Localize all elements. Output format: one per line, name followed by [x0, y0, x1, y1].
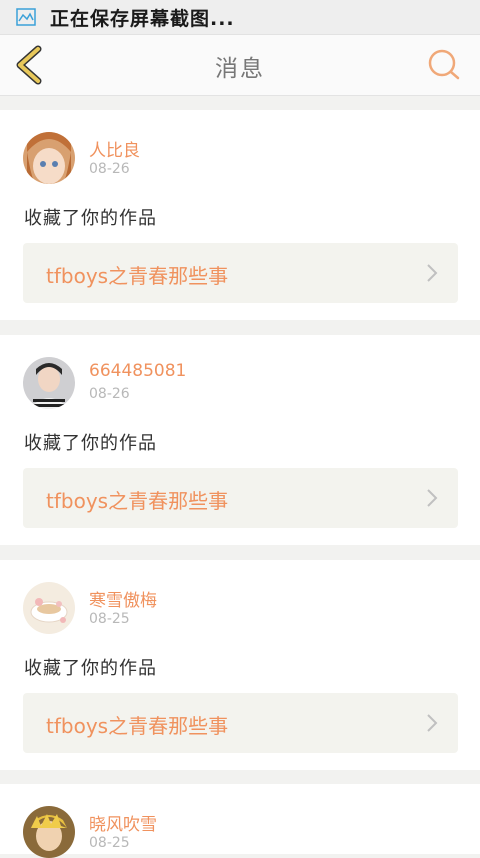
message-action: 收藏了你的作品: [24, 658, 157, 679]
message-action: 收藏了你的作品: [24, 208, 157, 229]
avatar[interactable]: [23, 357, 75, 409]
message-date: 08-26: [89, 161, 130, 177]
message-card[interactable]: 664485081 08-26 收藏了你的作品 tfboys之青春那些事: [0, 335, 480, 545]
chevron-right-icon: [427, 264, 438, 282]
username[interactable]: 664485081: [89, 361, 186, 381]
message-date: 08-25: [89, 835, 130, 851]
work-link[interactable]: tfboys之青春那些事: [23, 693, 458, 753]
username[interactable]: 寒雪傲梅: [89, 586, 157, 611]
chevron-right-icon: [427, 489, 438, 507]
work-title: tfboys之青春那些事: [46, 489, 229, 513]
message-action: 收藏了你的作品: [24, 433, 157, 454]
work-link[interactable]: tfboys之青春那些事: [23, 468, 458, 528]
message-card[interactable]: 晓风吹雪 08-25: [0, 784, 480, 858]
message-date: 08-25: [89, 611, 130, 627]
work-title: tfboys之青春那些事: [46, 264, 229, 288]
message-card[interactable]: 人比良 08-26 收藏了你的作品 tfboys之青春那些事: [0, 110, 480, 320]
avatar[interactable]: [23, 132, 75, 184]
work-link[interactable]: tfboys之青春那些事: [23, 243, 458, 303]
username[interactable]: 晓风吹雪: [89, 810, 157, 835]
nav-bar: 消息: [0, 35, 480, 96]
screenshot-icon: [16, 8, 36, 26]
message-date: 08-26: [89, 386, 130, 402]
chevron-right-icon: [427, 714, 438, 732]
avatar[interactable]: [23, 582, 75, 634]
avatar[interactable]: [23, 806, 75, 858]
page-title: 消息: [215, 56, 265, 82]
username[interactable]: 人比良: [89, 136, 140, 161]
message-card[interactable]: 寒雪傲梅 08-25 收藏了你的作品 tfboys之青春那些事: [0, 560, 480, 770]
status-text: 正在保存屏幕截图...: [50, 7, 235, 30]
status-bar: 正在保存屏幕截图...: [0, 0, 480, 35]
work-title: tfboys之青春那些事: [46, 714, 229, 738]
search-icon[interactable]: [424, 45, 464, 85]
